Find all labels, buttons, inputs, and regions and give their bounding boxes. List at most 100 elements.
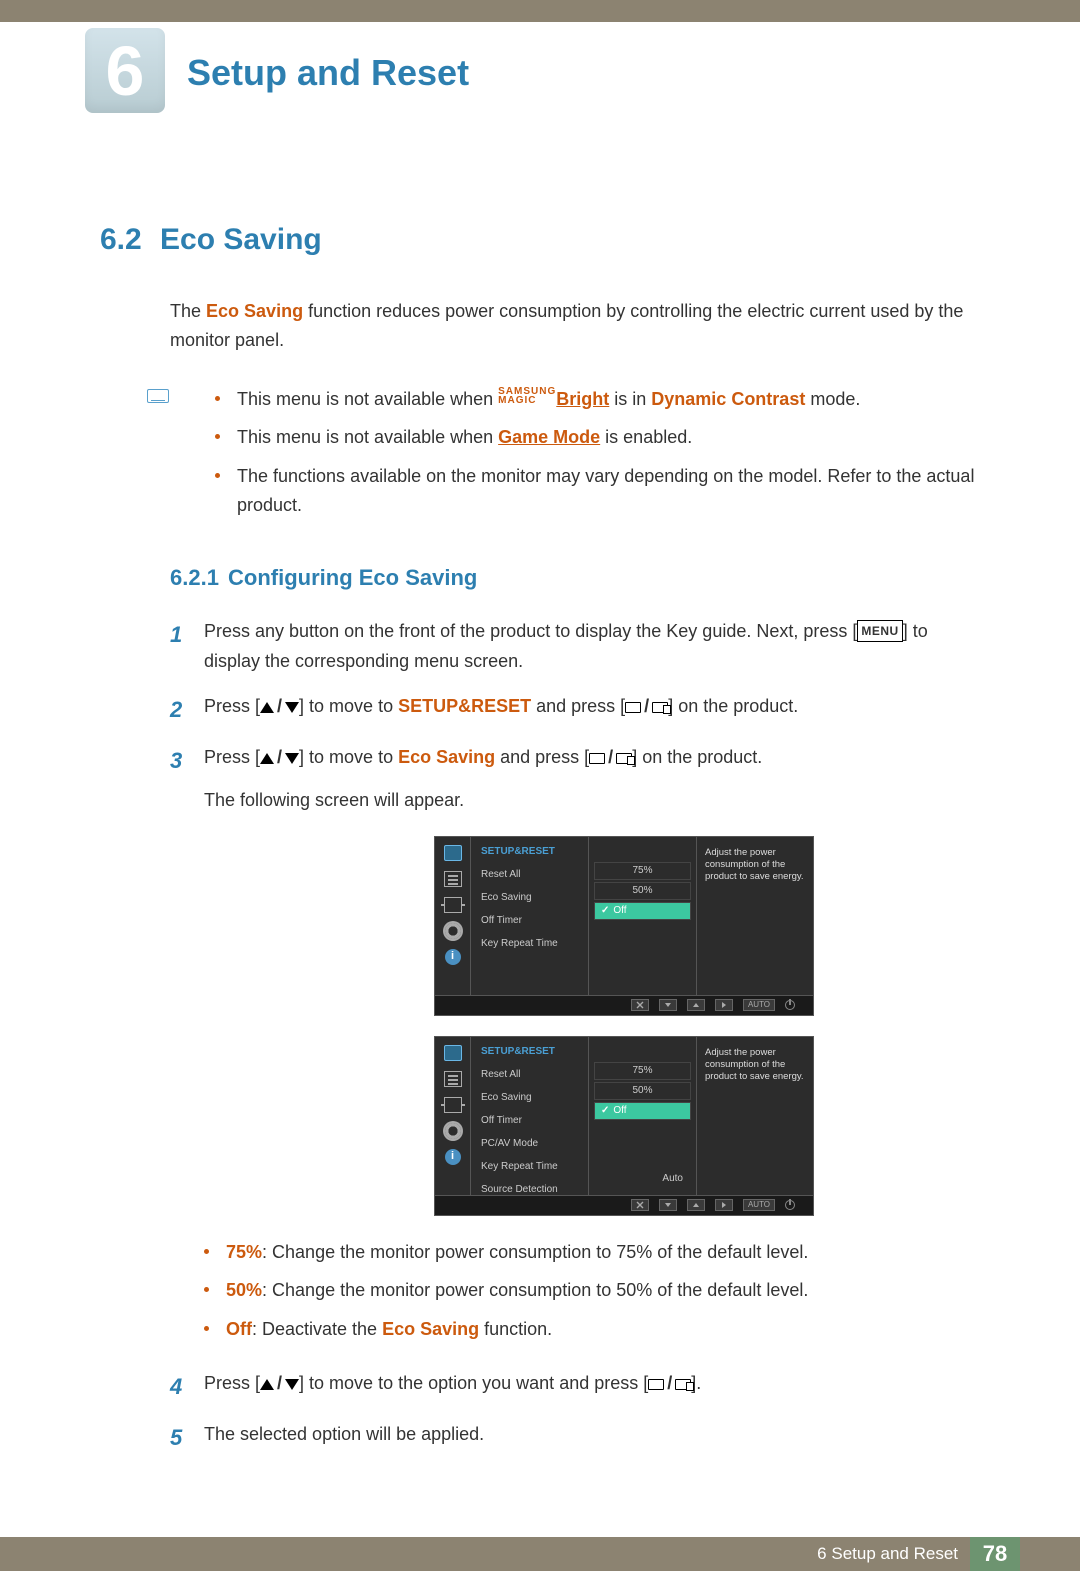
osd-header: SETUP&RESET (481, 1043, 588, 1060)
samsung-magic-label: SAMSUNGMAGIC (498, 387, 556, 405)
osd-value-auto: Auto (594, 1170, 691, 1188)
step-body: The selected option will be applied. (204, 1419, 980, 1456)
text: ] on the product. (632, 747, 762, 767)
power-icon (785, 1200, 795, 1210)
page-footer: 6 Setup and Reset 78 (0, 1537, 1080, 1571)
step-number: 4 (170, 1368, 204, 1405)
eco-saving-term: Eco Saving (382, 1319, 479, 1339)
text: ] on the product. (668, 696, 798, 716)
gear-icon (445, 1123, 461, 1139)
step-number: 5 (170, 1419, 204, 1456)
note-item-3: The functions available on the monitor m… (215, 462, 980, 520)
step-body: Press [/] to move to SETUP&RESET and pre… (204, 691, 980, 728)
text: ] to move to (299, 696, 398, 716)
osd-menu-item: Eco Saving (481, 1089, 588, 1106)
step-body: Press any button on the front of the pro… (204, 616, 980, 677)
down-arrow-icon (285, 1379, 299, 1390)
gear-icon (445, 923, 461, 939)
osd-value-selected: Off (594, 1102, 691, 1120)
osd-value: 75% (594, 862, 691, 880)
select-icon (625, 702, 641, 713)
up-arrow-icon (260, 702, 274, 713)
size-icon (444, 897, 462, 913)
text: : Change the monitor power consumption t… (262, 1280, 808, 1300)
text: Press any button on the front of the pro… (204, 621, 857, 641)
text: and press [ (495, 747, 589, 767)
osd-close-icon (631, 999, 649, 1011)
slash: / (274, 747, 285, 767)
text: ] to move to the option you want and pre… (299, 1373, 648, 1393)
osd-description: Adjust the power consumption of the prod… (697, 1037, 813, 1195)
text: Press [ (204, 696, 260, 716)
result-off: Off: Deactivate the Eco Saving function. (204, 1315, 980, 1344)
osd-up-icon (687, 999, 705, 1011)
enter-icon (675, 1379, 691, 1390)
osd-close-icon (631, 1199, 649, 1211)
step-1: 1 Press any button on the front of the p… (170, 616, 980, 677)
note-icon (147, 389, 169, 403)
osd-up-icon (687, 1199, 705, 1211)
section-title-text: Eco Saving (160, 223, 322, 256)
result-75: 75%: Change the monitor power consumptio… (204, 1238, 980, 1267)
osd-control-bar: AUTO (434, 996, 814, 1016)
slash: / (605, 747, 616, 767)
select-icon (589, 753, 605, 764)
osd-value: 75% (594, 1062, 691, 1080)
menu-button-icon: MENU (857, 620, 902, 642)
chapter-badge: 6 (85, 28, 165, 113)
note-block: This menu is not available when SAMSUNGM… (215, 385, 980, 520)
top-bar (0, 0, 1080, 22)
page-header: 6 Setup and Reset (0, 22, 1080, 113)
text: ] to move to (299, 747, 398, 767)
step-3: 3 Press [ / ] to move to Eco Saving and pr… (170, 742, 980, 1354)
text: mode. (805, 389, 860, 409)
slash: / (274, 1373, 285, 1393)
result-50: 50%: Change the monitor power consumptio… (204, 1276, 980, 1305)
osd-down-icon (659, 1199, 677, 1211)
intro-text: The (170, 301, 206, 321)
step-5: 5 The selected option will be applied. (170, 1419, 980, 1456)
text: This menu is not available when (237, 389, 498, 409)
eco-saving-term: Eco Saving (206, 301, 303, 321)
eco-saving-term: Eco Saving (398, 747, 495, 767)
text: This menu is not available when (237, 427, 498, 447)
osd-control-bar: AUTO (434, 1196, 814, 1216)
intro-paragraph: The Eco Saving function reduces power co… (170, 297, 980, 355)
step-4: 4 Press [ / ] to move to the option you wa… (170, 1368, 980, 1405)
info-icon: i (445, 949, 461, 965)
subsection-number: 6.2.1 (170, 565, 228, 591)
step-body: Press [ / ] to move to the option you want… (204, 1368, 980, 1405)
text: is in (609, 389, 651, 409)
up-arrow-icon (260, 753, 274, 764)
text: Press [ (204, 1373, 260, 1393)
text: Press [ (204, 747, 260, 767)
picture-icon (444, 845, 462, 861)
text: : Deactivate the (252, 1319, 382, 1339)
osd-menu-item: Reset All (481, 1066, 588, 1083)
osd-value-list: 75% 50% Off (589, 837, 697, 995)
osd-screenshot-1: i SETUP&RESET Reset All Eco Saving Off T… (434, 836, 814, 1016)
osd-value-list: 75% 50% Off Auto (589, 1037, 697, 1195)
note-item-1: This menu is not available when SAMSUNGM… (215, 385, 980, 414)
osd-value-selected: Off (594, 902, 691, 920)
text: is enabled. (600, 427, 692, 447)
bright-link[interactable]: Bright (556, 389, 609, 409)
game-mode-link[interactable]: Game Mode (498, 427, 600, 447)
text: function. (479, 1319, 552, 1339)
section-number: 6.2 (100, 223, 160, 257)
osd-screenshot-2: i SETUP&RESET Reset All Eco Saving Off T… (434, 1036, 814, 1216)
down-arrow-icon (285, 702, 299, 713)
osd-description: Adjust the power consumption of the prod… (697, 837, 813, 995)
select-icon (648, 1379, 664, 1390)
section-heading: 6.2Eco Saving (100, 223, 980, 257)
enter-icon (652, 702, 668, 713)
osd-right-icon (715, 1199, 733, 1211)
size-icon (444, 1097, 462, 1113)
subsection-heading: 6.2.1Configuring Eco Saving (170, 565, 980, 591)
enter-icon (616, 753, 632, 764)
term: 75% (226, 1242, 262, 1262)
osd-menu-list: SETUP&RESET Reset All Eco Saving Off Tim… (471, 837, 589, 995)
osd-menu-item: Eco Saving (481, 889, 588, 906)
subsection-title-text: Configuring Eco Saving (228, 565, 477, 590)
step-number: 3 (170, 742, 204, 1354)
